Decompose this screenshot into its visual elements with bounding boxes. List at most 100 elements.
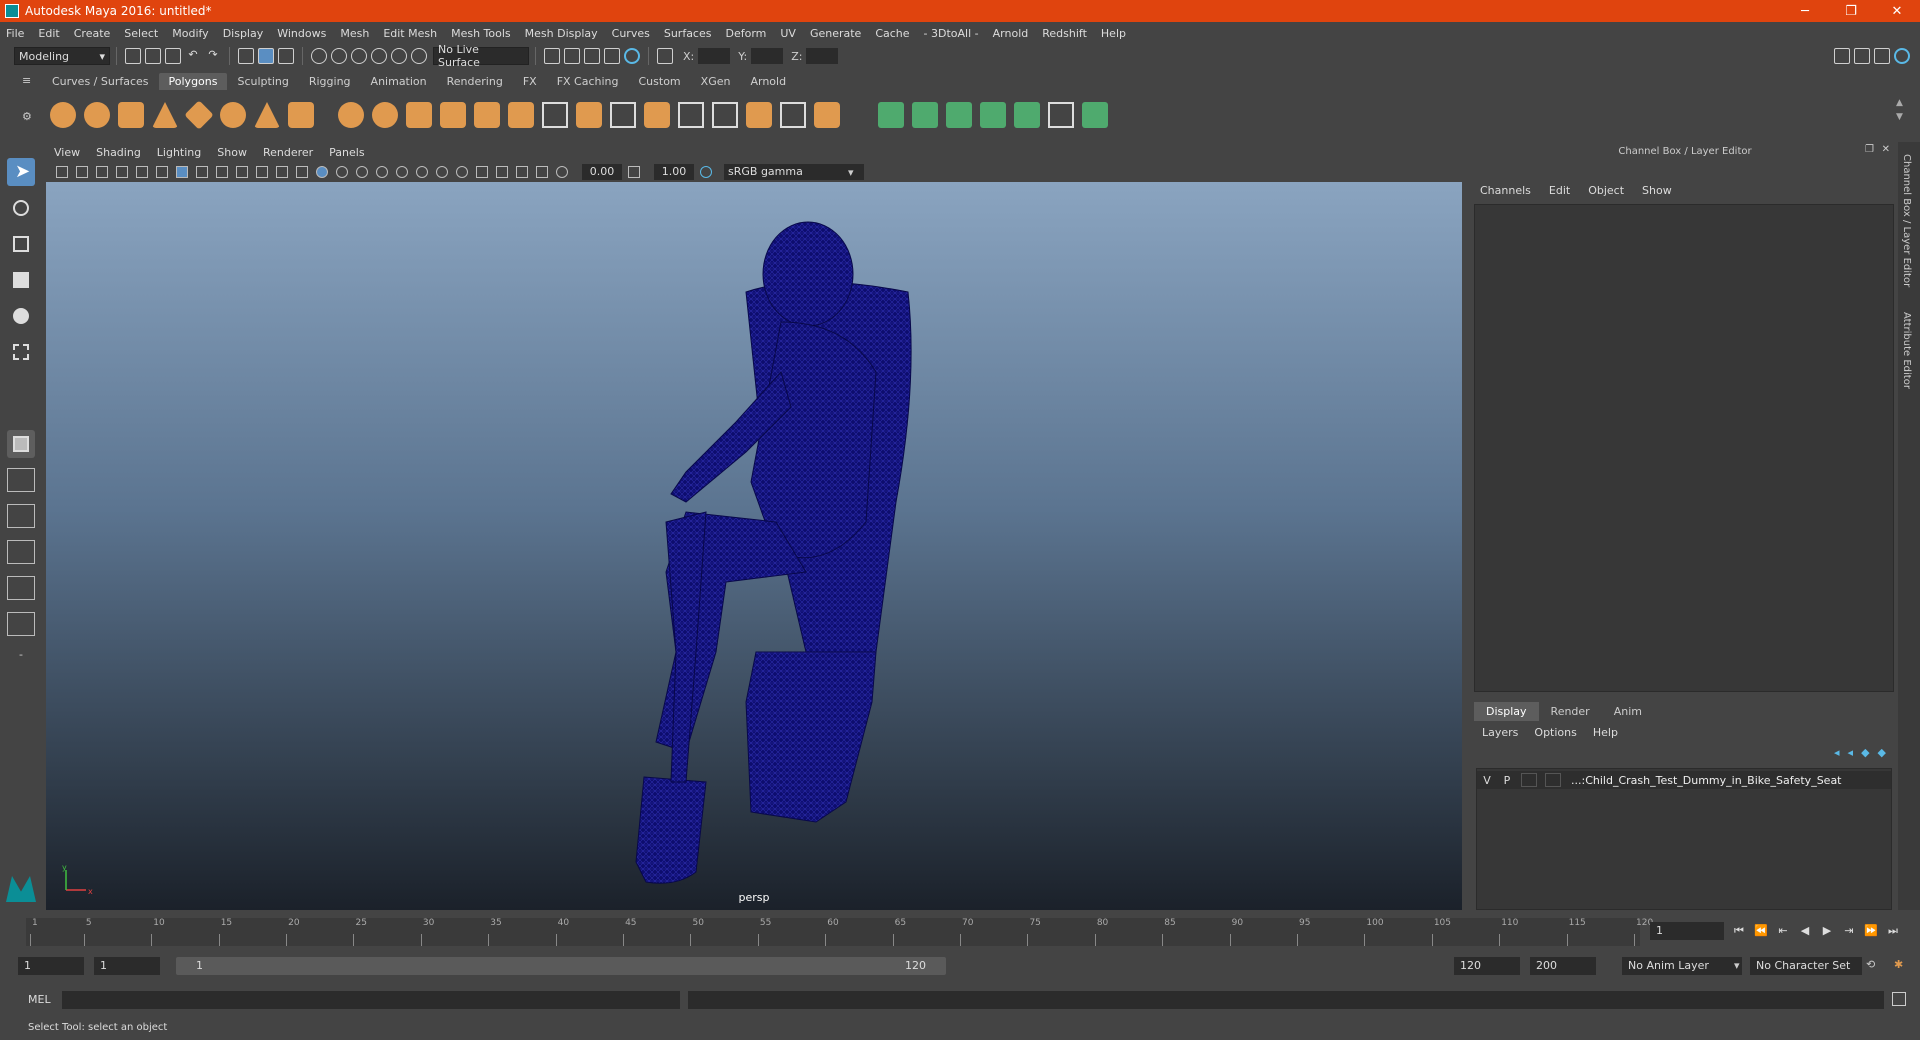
layer-row[interactable]: V P ...:Child_Crash_Test_Dummy_in_Bike_S…: [1477, 771, 1891, 789]
step-back-key-button[interactable]: ⏪: [1750, 924, 1772, 938]
minimize-button[interactable]: ─: [1782, 4, 1828, 19]
poly-cylinder-icon[interactable]: [118, 102, 144, 128]
menu-generate[interactable]: Generate: [810, 27, 861, 40]
select-camera-icon[interactable]: [56, 166, 68, 178]
shadows-icon[interactable]: [436, 166, 448, 178]
spherical-uv-icon[interactable]: [946, 102, 972, 128]
select-component-icon[interactable]: [278, 48, 294, 64]
wireframe-model-child-crash-test-dummy[interactable]: [46, 182, 1462, 910]
mode-selector[interactable]: Modeling ▾: [14, 47, 110, 65]
append-polygon-icon[interactable]: [678, 102, 704, 128]
playback-start-field[interactable]: 1: [94, 957, 160, 975]
select-tool-button[interactable]: ➤: [7, 158, 35, 186]
persp-graph-layout-button[interactable]: [7, 540, 35, 564]
shelf-scroll-down-icon[interactable]: ▼: [1896, 112, 1903, 122]
extract-icon[interactable]: [406, 102, 432, 128]
layer-display-type[interactable]: [1521, 773, 1537, 787]
menu-display[interactable]: Display: [223, 27, 264, 40]
snap-live-icon[interactable]: [391, 48, 407, 64]
viewport-menu-panels[interactable]: Panels: [329, 146, 364, 159]
bridge-icon[interactable]: [610, 102, 636, 128]
new-layer-selected-icon[interactable]: ◆: [1878, 746, 1886, 759]
menu-curves[interactable]: Curves: [612, 27, 650, 40]
shelf-tab-fx-caching[interactable]: FX Caching: [547, 73, 629, 90]
shelf-tab-rigging[interactable]: Rigging: [299, 73, 361, 90]
layer-tab-anim[interactable]: Anim: [1602, 702, 1654, 721]
menu-mesh[interactable]: Mesh: [340, 27, 369, 40]
menu-redshift[interactable]: Redshift: [1042, 27, 1087, 40]
layout-options-button[interactable]: -: [7, 648, 35, 668]
channels-menu[interactable]: Channels: [1480, 184, 1531, 197]
snap-curve-icon[interactable]: [331, 48, 347, 64]
live-surface-field[interactable]: No Live Surface: [433, 43, 529, 69]
go-to-end-button[interactable]: ⏭: [1882, 924, 1904, 938]
menu-edit[interactable]: Edit: [38, 27, 59, 40]
auto-key-icon[interactable]: ⟲: [1866, 958, 1875, 971]
channel-show-menu[interactable]: Show: [1642, 184, 1672, 197]
menu-help[interactable]: Help: [1101, 27, 1126, 40]
layer-color-swatch[interactable]: [1545, 773, 1561, 787]
extrude-icon[interactable]: [644, 102, 670, 128]
tool-settings-toggle-icon[interactable]: [1874, 48, 1890, 64]
persp-outliner-layout-button[interactable]: [7, 504, 35, 528]
command-language-label[interactable]: MEL: [28, 993, 51, 1006]
shelf-tab-animation[interactable]: Animation: [361, 73, 437, 90]
character-set-dropdown[interactable]: No Character Set: [1750, 957, 1862, 975]
layer-visibility-toggle[interactable]: V: [1477, 774, 1497, 787]
exposure-field[interactable]: 0.00: [582, 164, 622, 180]
render-settings-icon[interactable]: [604, 48, 620, 64]
go-to-start-button[interactable]: ⏮: [1728, 924, 1750, 938]
menu-modify[interactable]: Modify: [172, 27, 208, 40]
hypershade-icon[interactable]: [624, 48, 640, 64]
gamma-field[interactable]: 1.00: [654, 164, 694, 180]
save-scene-icon[interactable]: [165, 48, 181, 64]
script-editor-icon[interactable]: [1892, 992, 1906, 1006]
outliner-persp-layout-button[interactable]: [7, 612, 35, 636]
new-layer-icon[interactable]: ◆: [1861, 746, 1869, 759]
perspective-viewport[interactable]: x y persp: [46, 182, 1462, 910]
snap-point-icon[interactable]: [351, 48, 367, 64]
menu-windows[interactable]: Windows: [277, 27, 326, 40]
bevel-icon[interactable]: [576, 102, 602, 128]
xray-icon[interactable]: [396, 166, 408, 178]
boolean-icon[interactable]: [474, 102, 500, 128]
close-button[interactable]: ✕: [1874, 4, 1920, 19]
poly-cube-icon[interactable]: [84, 102, 110, 128]
layer-options-menu[interactable]: Options: [1534, 726, 1576, 739]
channel-edit-menu[interactable]: Edit: [1549, 184, 1570, 197]
move-layer-down-icon[interactable]: ◂: [1848, 746, 1854, 759]
menu-3dtoall[interactable]: - 3DtoAll -: [924, 27, 979, 40]
range-slider[interactable]: 1 120: [176, 957, 946, 975]
snap-surface-icon[interactable]: [411, 48, 427, 64]
step-back-frame-button[interactable]: ⇤: [1772, 924, 1794, 938]
combine-icon[interactable]: [338, 102, 364, 128]
render-view-icon[interactable]: [544, 48, 560, 64]
render-frame-icon[interactable]: [564, 48, 580, 64]
shelf-tab-fx[interactable]: FX: [513, 73, 547, 90]
poly-cone-icon[interactable]: [152, 102, 178, 128]
poly-pyramid-icon[interactable]: [254, 102, 280, 128]
move-tool-button[interactable]: [7, 266, 35, 294]
resolution-gate-icon[interactable]: [216, 166, 228, 178]
layer-playback-toggle[interactable]: P: [1497, 774, 1517, 787]
select-hierarchy-icon[interactable]: [238, 48, 254, 64]
shelf-tab-polygons[interactable]: Polygons: [158, 73, 228, 90]
x-coordinate[interactable]: X:: [683, 48, 731, 64]
automatic-uv-icon[interactable]: [980, 102, 1006, 128]
command-input[interactable]: [62, 991, 680, 1009]
move-layer-up-icon[interactable]: ◂: [1834, 746, 1840, 759]
poly-sphere-icon[interactable]: [50, 102, 76, 128]
play-backwards-button[interactable]: ◀: [1794, 924, 1816, 938]
poly-plane-icon[interactable]: [184, 100, 214, 130]
multi-cut-icon[interactable]: [542, 102, 568, 128]
menu-mesh-tools[interactable]: Mesh Tools: [451, 27, 511, 40]
maya-home-icon[interactable]: [6, 876, 36, 902]
menu-create[interactable]: Create: [74, 27, 111, 40]
xray-components-icon[interactable]: [536, 166, 548, 178]
channel-box-options-icon[interactable]: [1840, 164, 1854, 178]
modeling-toolkit-icon[interactable]: [1834, 48, 1850, 64]
layer-help-menu[interactable]: Help: [1593, 726, 1618, 739]
two-d-pan-zoom-icon[interactable]: [136, 166, 148, 178]
safe-action-icon[interactable]: [276, 166, 288, 178]
y-field[interactable]: [751, 48, 784, 64]
